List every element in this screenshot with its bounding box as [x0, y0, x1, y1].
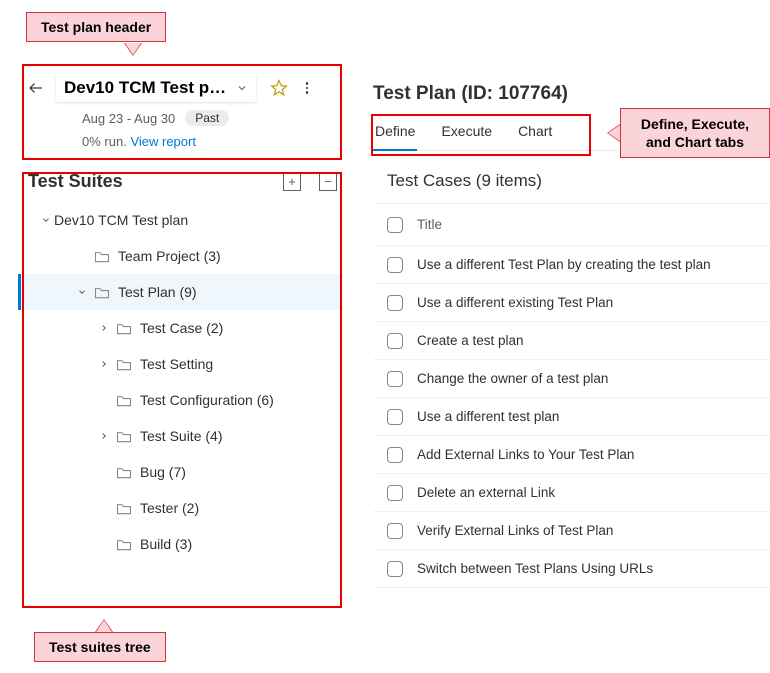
row-checkbox[interactable]	[387, 523, 403, 539]
view-report-link[interactable]: View report	[130, 134, 196, 149]
case-title: Use a different Test Plan by creating th…	[417, 257, 711, 272]
tree-item[interactable]: Test Setting	[18, 346, 343, 382]
plan-date-range: Aug 23 - Aug 30	[82, 111, 175, 126]
folder-icon	[116, 502, 132, 515]
back-arrow-icon[interactable]	[26, 78, 46, 98]
chevron-down-icon[interactable]	[38, 215, 54, 225]
tree-item-label: Build (3)	[140, 536, 192, 552]
tab-define[interactable]: Define	[373, 117, 417, 151]
collapse-all-button[interactable]: −	[319, 173, 337, 191]
page-title: Test Plan (ID: 107764)	[373, 83, 770, 105]
folder-icon	[116, 394, 132, 407]
tree-item[interactable]: Build (3)	[18, 526, 343, 562]
test-suites-tree: Dev10 TCM Test plan Team Project (3) Test …	[18, 198, 343, 566]
plan-title-text: Dev10 TCM Test pl...	[64, 78, 228, 98]
table-row[interactable]: Use a different existing Test Plan	[373, 284, 770, 322]
tab-execute[interactable]: Execute	[439, 117, 494, 151]
test-cases-table: Title Use a different Test Plan by creat…	[373, 203, 770, 588]
folder-icon	[116, 466, 132, 479]
tree-item[interactable]: Test Configuration (6)	[18, 382, 343, 418]
folder-icon	[116, 322, 132, 335]
chevron-right-icon[interactable]	[96, 431, 112, 441]
table-row[interactable]: Create a test plan	[373, 322, 770, 360]
expand-all-button[interactable]: +	[283, 173, 301, 191]
favorite-star-icon[interactable]	[270, 79, 288, 97]
chevron-down-icon	[236, 82, 248, 94]
table-row[interactable]: Verify External Links of Test Plan	[373, 512, 770, 550]
folder-icon	[116, 538, 132, 551]
table-row[interactable]: Delete an external Link	[373, 474, 770, 512]
table-row[interactable]: Add External Links to Your Test Plan	[373, 436, 770, 474]
tree-item[interactable]: Test Plan (9)	[18, 274, 343, 310]
test-suites-title: Test Suites	[28, 171, 123, 192]
chevron-down-icon[interactable]	[74, 287, 90, 297]
callout-tabs: Define, Execute, and Chart tabs	[620, 108, 770, 158]
row-checkbox[interactable]	[387, 333, 403, 349]
chevron-right-icon[interactable]	[96, 359, 112, 369]
row-checkbox[interactable]	[387, 295, 403, 311]
table-row[interactable]: Use a different Test Plan by creating th…	[373, 246, 770, 284]
plan-title-dropdown[interactable]: Dev10 TCM Test pl...	[56, 74, 256, 102]
table-row[interactable]: Switch between Test Plans Using URLs	[373, 550, 770, 588]
select-all-checkbox[interactable]	[387, 217, 403, 233]
table-header-row: Title	[373, 204, 770, 246]
case-title: Verify External Links of Test Plan	[417, 523, 613, 538]
tree-item-label: Team Project (3)	[118, 248, 221, 264]
chevron-right-icon[interactable]	[96, 323, 112, 333]
folder-icon	[116, 430, 132, 443]
run-progress-text: 0% run.	[82, 134, 127, 149]
test-cases-heading: Test Cases (9 items)	[387, 171, 770, 191]
tree-item[interactable]: Bug (7)	[18, 454, 343, 490]
folder-icon	[116, 358, 132, 371]
callout-suites-tree: Test suites tree	[34, 632, 166, 662]
test-plan-header: Dev10 TCM Test pl... Aug 23 - Aug 30 Pas…	[18, 60, 343, 157]
case-title: Create a test plan	[417, 333, 524, 348]
tree-item-label: Test Case (2)	[140, 320, 223, 336]
tree-item[interactable]: Team Project (3)	[18, 238, 343, 274]
tree-item-label: Test Setting	[140, 356, 213, 372]
tree-item[interactable]: Test Suite (4)	[18, 418, 343, 454]
tree-item[interactable]: Dev10 TCM Test plan	[18, 202, 343, 238]
test-suites-header: Test Suites + −	[18, 163, 343, 198]
tree-item-label: Bug (7)	[140, 464, 186, 480]
folder-icon	[94, 286, 110, 299]
callout-plan-header: Test plan header	[26, 12, 166, 42]
table-row[interactable]: Change the owner of a test plan	[373, 360, 770, 398]
row-checkbox[interactable]	[387, 409, 403, 425]
case-title: Use a different existing Test Plan	[417, 295, 613, 310]
tree-item-label: Test Configuration (6)	[140, 392, 274, 408]
tree-item-label: Test Plan (9)	[118, 284, 197, 300]
row-checkbox[interactable]	[387, 447, 403, 463]
case-title: Delete an external Link	[417, 485, 555, 500]
tab-chart[interactable]: Chart	[516, 117, 554, 151]
row-checkbox[interactable]	[387, 257, 403, 273]
more-menu-icon[interactable]	[298, 79, 316, 97]
row-checkbox[interactable]	[387, 485, 403, 501]
status-badge: Past	[185, 110, 229, 126]
case-title: Switch between Test Plans Using URLs	[417, 561, 653, 576]
tree-item[interactable]: Tester (2)	[18, 490, 343, 526]
tree-item-label: Dev10 TCM Test plan	[54, 212, 188, 228]
tree-item[interactable]: Test Case (2)	[18, 310, 343, 346]
table-row[interactable]: Use a different test plan	[373, 398, 770, 436]
folder-icon	[94, 250, 110, 263]
row-checkbox[interactable]	[387, 561, 403, 577]
row-checkbox[interactable]	[387, 371, 403, 387]
case-title: Add External Links to Your Test Plan	[417, 447, 634, 462]
case-title: Change the owner of a test plan	[417, 371, 608, 386]
case-title: Use a different test plan	[417, 409, 559, 424]
tree-item-label: Tester (2)	[140, 500, 199, 516]
column-title: Title	[417, 217, 442, 232]
tree-item-label: Test Suite (4)	[140, 428, 222, 444]
